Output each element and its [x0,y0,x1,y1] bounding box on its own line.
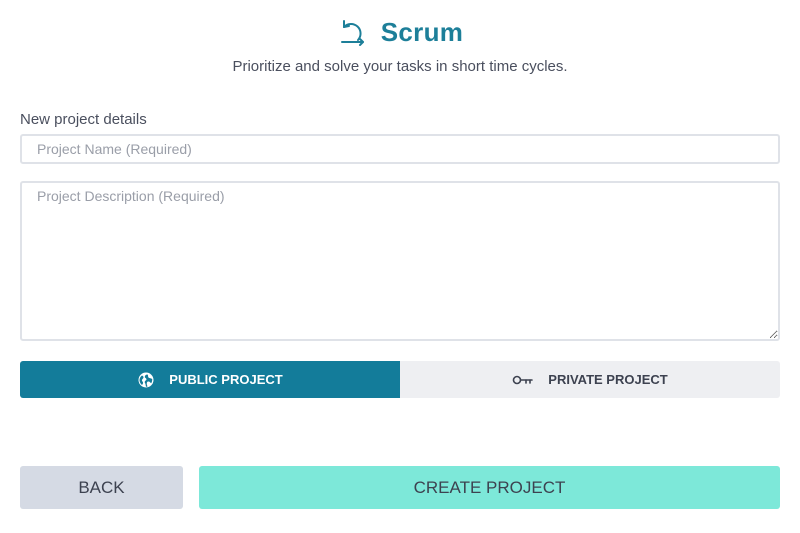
page-subtitle: Prioritize and solve your tasks in short… [232,58,568,75]
scrum-cycle-icon [337,18,367,48]
page-title: Scrum [380,17,464,47]
public-project-label: PUBLIC PROJECT [169,372,283,387]
project-name-input[interactable] [20,134,780,164]
page-header: Scrum [0,17,800,48]
back-button[interactable]: BACK [20,466,183,509]
visibility-toggle: PUBLIC PROJECT PRIVATE PROJECT [20,361,780,398]
section-label: New project details [20,111,147,128]
private-project-label: PRIVATE PROJECT [548,372,668,387]
private-project-button[interactable]: PRIVATE PROJECT [400,361,780,398]
globe-icon [137,371,155,389]
public-project-button[interactable]: PUBLIC PROJECT [20,361,400,398]
create-project-page: Scrum Prioritize and solve your tasks in… [0,0,800,533]
project-description-textarea[interactable] [20,181,780,341]
create-project-button[interactable]: CREATE PROJECT [199,466,780,509]
key-icon [512,371,534,389]
